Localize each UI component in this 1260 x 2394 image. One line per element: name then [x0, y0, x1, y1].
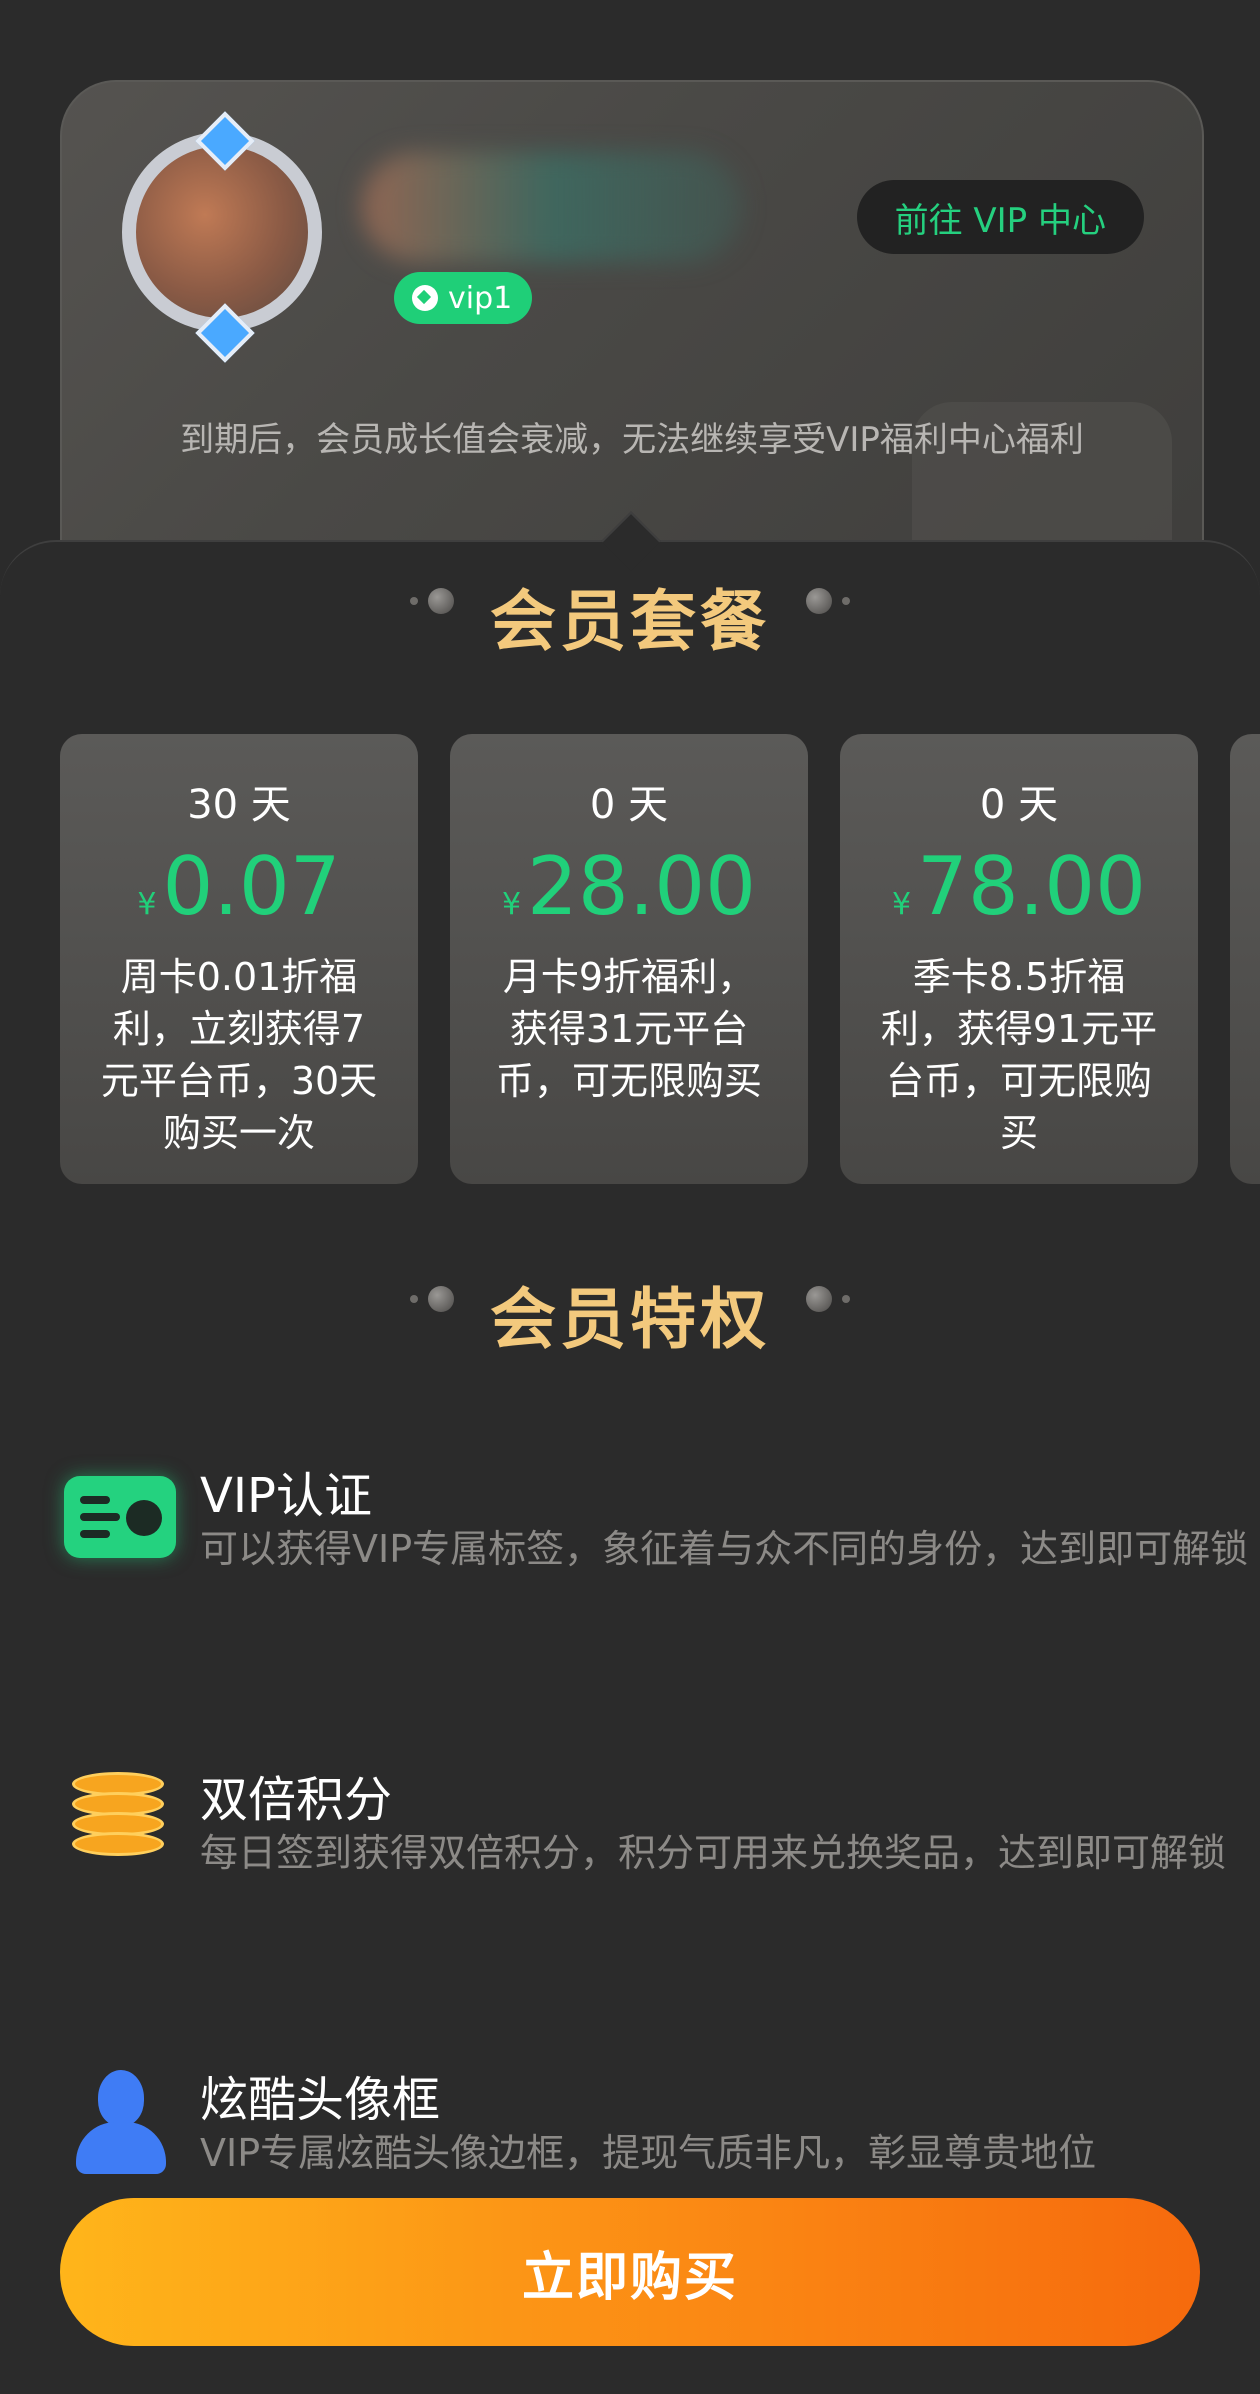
privilege-title: 炫酷头像框 [200, 2072, 441, 2128]
buy-now-button[interactable]: 立即购买 [60, 2198, 1200, 2346]
vip-center-button[interactable]: 前往 VIP 中心 [856, 180, 1144, 254]
package-description: 月卡9折福利，获得31元平台币，可无限购买 [495, 955, 762, 1103]
package-card-quarterly[interactable]: 0 天 ¥ 78.00 季卡8.5折福利，获得91元平台币，可无限购买 [840, 734, 1198, 1184]
user-avatar-icon [60, 2066, 180, 2176]
privileges-title: 会员特权 [490, 1281, 770, 1358]
package-card-next-peek[interactable] [1230, 734, 1260, 1184]
price-amount: 0.07 [162, 840, 341, 933]
title-decoration-right [806, 568, 850, 634]
coins-icon [60, 1766, 180, 1876]
package-description: 季卡8.5折福利，获得91元平台币，可无限购买 [880, 955, 1158, 1155]
privilege-title: 双倍积分 [200, 1772, 393, 1828]
privileges-section-title: 会员特权 [0, 1266, 1260, 1362]
diamond-icon [412, 285, 438, 311]
packages-section-title: 会员套餐 [0, 568, 1260, 664]
expiry-note: 到期后，会员成长值会衰减，无法继续享受VIP福利中心福利 [180, 420, 1084, 460]
privilege-title: VIP认证 [200, 1468, 372, 1524]
package-days: 0 天 [589, 782, 669, 828]
title-decoration-left [410, 1266, 454, 1332]
vip-level-label: vip1 [448, 280, 513, 316]
packages-title: 会员套餐 [490, 583, 770, 660]
vip-level-badge: vip1 [394, 272, 533, 324]
package-description: 周卡0.01折福利，立刻获得7元平台币，30天购买一次 [100, 955, 378, 1155]
privilege-description: 可以获得VIP专属标签，象征着与众不同的身份，达到即可解锁 [200, 1527, 1249, 1571]
privilege-description: 每日签到获得双倍积分，积分可用来兑换奖品，达到即可解锁 [200, 1831, 1227, 1875]
price-amount: 78.00 [917, 840, 1147, 933]
price-amount: 28.00 [527, 840, 757, 933]
avatar[interactable] [112, 111, 352, 363]
package-price: ¥ 28.00 [450, 840, 808, 933]
currency-symbol: ¥ [891, 887, 912, 922]
title-decoration-right [806, 1266, 850, 1332]
package-price: ¥ 78.00 [840, 840, 1198, 933]
package-card-monthly[interactable]: 0 天 ¥ 28.00 月卡9折福利，获得31元平台币，可无限购买 [450, 734, 808, 1184]
package-days: 30 天 [187, 782, 291, 828]
title-decoration-left [410, 568, 454, 634]
package-price: ¥ 0.07 [60, 840, 418, 933]
blurred-username [362, 152, 742, 262]
package-card-weekly[interactable]: 30 天 ¥ 0.07 周卡0.01折福利，立刻获得7元平台币，30天购买一次 [60, 734, 418, 1184]
privilege-description: VIP专属炫酷头像边框，提现气质非凡，彰显尊贵地位 [200, 2131, 1097, 2175]
currency-symbol: ¥ [501, 887, 522, 922]
vip-cert-icon [60, 1462, 180, 1572]
currency-symbol: ¥ [137, 887, 157, 922]
package-days: 0 天 [979, 782, 1059, 828]
